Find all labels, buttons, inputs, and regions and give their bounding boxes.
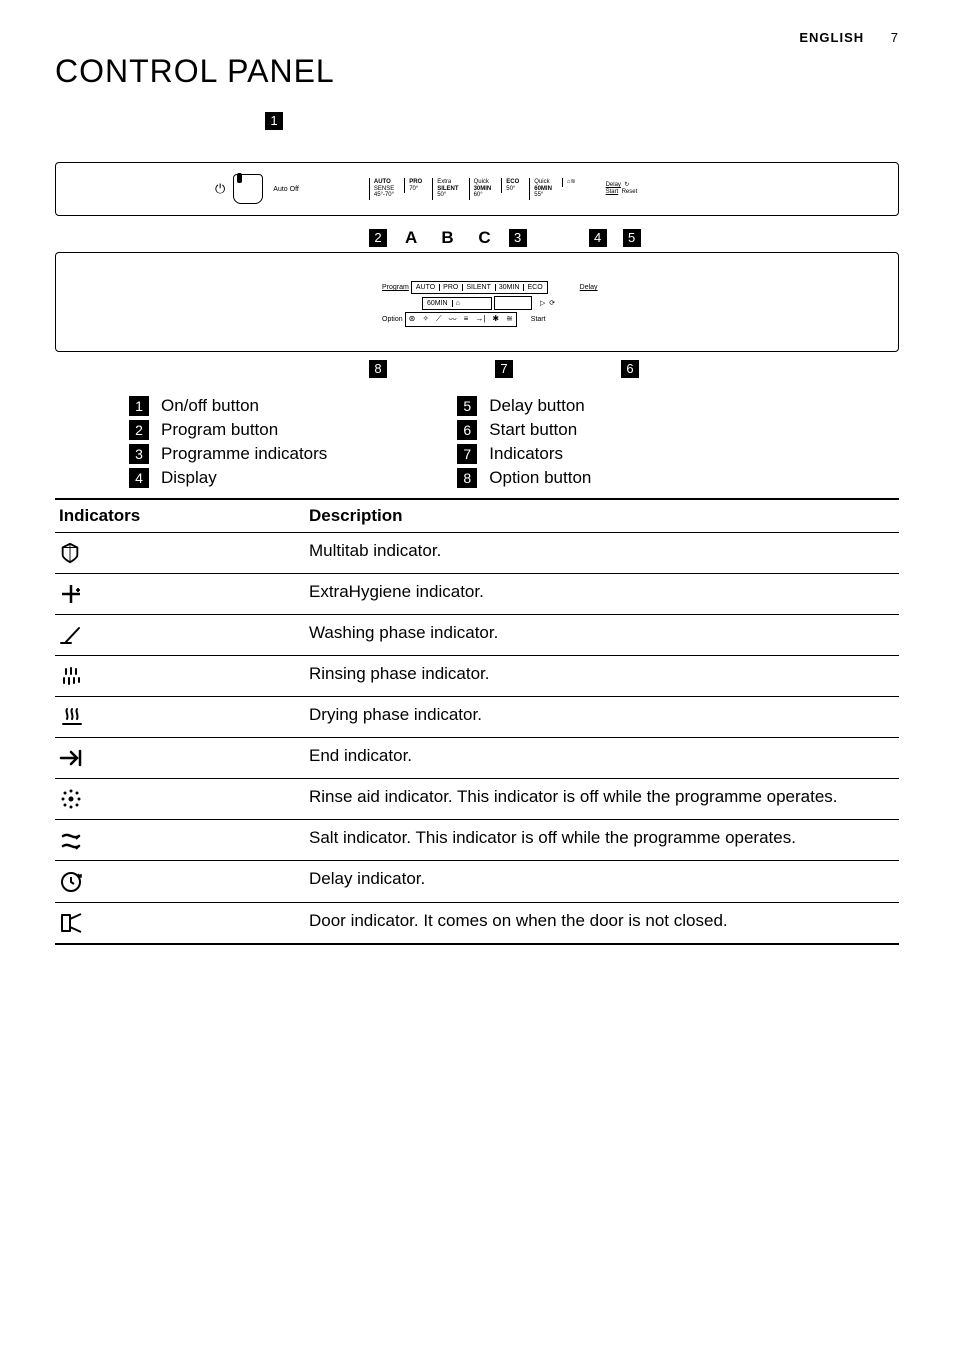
page-number: 7: [891, 30, 899, 45]
prog-eco: ECO50°: [501, 178, 523, 193]
auto-off-label: Auto Off: [273, 186, 299, 193]
legend: 1On/off button 2Program button 3Programm…: [55, 396, 899, 488]
table-row: Washing phase indicator.: [55, 615, 899, 656]
table-row: End indicator.: [55, 738, 899, 779]
table-header-description: Description: [305, 499, 899, 533]
power-icon: ⏻: [215, 181, 225, 197]
table-row: Rinse aid indicator. This indicator is o…: [55, 779, 899, 820]
legend-item-1: 1On/off button: [129, 396, 327, 416]
callout-marker-3: 3: [509, 229, 527, 247]
callout-marker-5: 5: [623, 229, 641, 247]
display-screen: [494, 296, 532, 310]
lang-label: ENGLISH: [799, 30, 864, 45]
callout-marker-2: 2: [369, 229, 387, 247]
callout-1-wrap: 1: [265, 112, 899, 156]
program-labels: AUTOSENSE45°-70° PRO70° ExtraSILENT50° Q…: [369, 178, 580, 200]
cell-desc: Washing phase indicator.: [305, 615, 899, 656]
legend-item-4: 4Display: [129, 468, 327, 488]
prog-pro: PRO70°: [404, 178, 426, 193]
delay-icon: [55, 861, 305, 902]
rinseaid-icon: [55, 779, 305, 820]
table-row: ExtraHygiene indicator.: [55, 574, 899, 615]
cell-desc: Salt indicator. This indicator is off wh…: [305, 820, 899, 861]
rinsing-icon: [55, 656, 305, 697]
table-row: Salt indicator. This indicator is off wh…: [55, 820, 899, 861]
legend-item-6: 6Start button: [457, 420, 591, 440]
salt-icon: [55, 820, 305, 861]
program-indicator-box-2: 60MIN⌂: [422, 297, 492, 310]
delay-label: Delay: [580, 284, 598, 291]
mid-control-panel-diagram: Program AUTOPROSILENT30MINECO Delay 60MI…: [55, 252, 899, 352]
prog-silent: ExtraSILENT50°: [432, 178, 462, 200]
legend-item-8: 8Option button: [457, 468, 591, 488]
mid-callouts-row: 2 A B C 3 4 5: [369, 228, 899, 248]
delay-start-group: Delay ↻ Start Reset: [606, 182, 638, 196]
program-indicator-box: AUTOPROSILENT30MINECO: [411, 281, 548, 294]
page-title: CONTROL PANEL: [55, 53, 899, 90]
callout-marker-8: 8: [369, 360, 387, 378]
legend-item-7: 7Indicators: [457, 444, 591, 464]
indicator-icon-row: ⊛✧⟋〰≡→|✱≊: [405, 312, 517, 327]
table-row: Rinsing phase indicator.: [55, 656, 899, 697]
cell-desc: Rinse aid indicator. This indicator is o…: [305, 779, 899, 820]
prog-30min: Quick30MIN60°: [469, 178, 496, 200]
cell-desc: Rinsing phase indicator.: [305, 656, 899, 697]
legend-item-5: 5Delay button: [457, 396, 591, 416]
table-row: Multitab indicator.: [55, 533, 899, 574]
prog-60min: Quick60MIN55°: [529, 178, 556, 200]
callout-marker-7: 7: [495, 360, 513, 378]
top-control-panel-diagram: ⏻ Auto Off AUTOSENSE45°-70° PRO70° Extra…: [55, 162, 899, 216]
end-icon: [55, 738, 305, 779]
bottom-callouts-row: 8 7 6: [369, 360, 899, 378]
cell-desc: ExtraHygiene indicator.: [305, 574, 899, 615]
indicators-table: Indicators Description Multitab indicato…: [55, 498, 899, 945]
program-label: Program: [382, 284, 409, 291]
multitab-icon: [55, 533, 305, 574]
callout-marker-6: 6: [621, 360, 639, 378]
door-icon: [55, 902, 305, 944]
extrahygiene-icon: [55, 574, 305, 615]
prog-glass: ⌂≋: [562, 178, 580, 187]
legend-item-3: 3Programme indicators: [129, 444, 327, 464]
washing-icon: [55, 615, 305, 656]
cell-desc: Delay indicator.: [305, 861, 899, 902]
cell-desc: Drying phase indicator.: [305, 697, 899, 738]
prog-auto: AUTOSENSE45°-70°: [369, 178, 398, 200]
table-header-indicators: Indicators: [55, 499, 305, 533]
table-row: Door indicator. It comes on when the doo…: [55, 902, 899, 944]
cell-desc: Multitab indicator.: [305, 533, 899, 574]
option-label: Option: [382, 316, 403, 323]
knob-icon: [233, 174, 263, 204]
cell-desc: Door indicator. It comes on when the doo…: [305, 902, 899, 944]
abc-labels: A B C: [405, 228, 501, 248]
legend-item-2: 2Program button: [129, 420, 327, 440]
table-row: Delay indicator.: [55, 861, 899, 902]
table-row: Drying phase indicator.: [55, 697, 899, 738]
drying-icon: [55, 697, 305, 738]
page-header: ENGLISH 7: [55, 30, 899, 45]
start-label: Start: [531, 316, 546, 323]
cell-desc: End indicator.: [305, 738, 899, 779]
callout-marker-4: 4: [589, 229, 607, 247]
callout-marker-1: 1: [265, 112, 283, 130]
